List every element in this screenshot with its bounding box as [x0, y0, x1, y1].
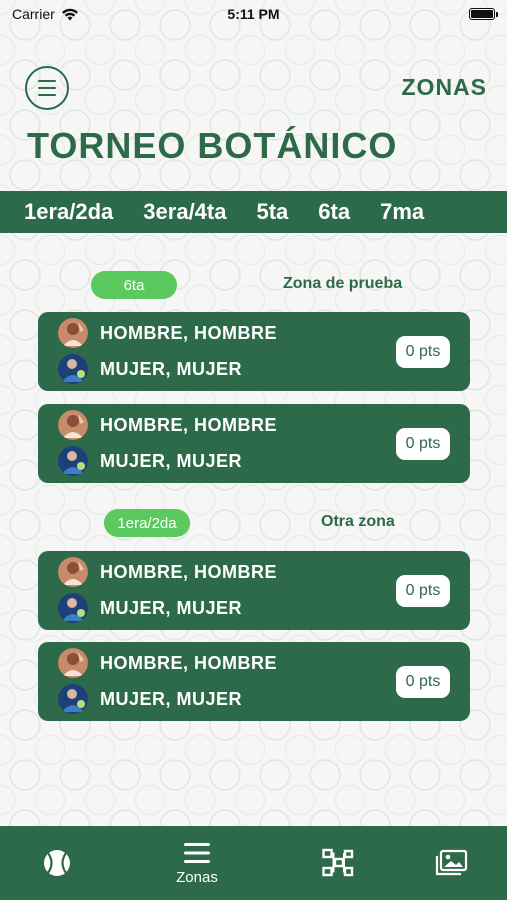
tab-6ta[interactable]: 6ta: [318, 199, 350, 225]
group-header: 1era/2da Otra zona: [0, 509, 507, 537]
page-title: TORNEO BOTÁNICO: [27, 125, 398, 166]
team-name: HOMBRE, HOMBRE: [100, 561, 277, 582]
category-tabs: 1era/2da 3era/4ta 5ta 6ta 7ma: [0, 191, 507, 233]
team-name: MUJER, MUJER: [100, 688, 243, 709]
match-card[interactable]: HOMBRE, HOMBRE MUJER, MUJER 0 pts: [38, 642, 470, 721]
team-name: HOMBRE, HOMBRE: [100, 414, 277, 435]
nav-item-gallery[interactable]: [406, 826, 496, 900]
bottom-navigation: Zonas: [0, 826, 507, 900]
hamburger-icon-line: [38, 87, 56, 89]
tab-3era-4ta[interactable]: 3era/4ta: [143, 199, 226, 225]
menu-button[interactable]: [25, 66, 69, 110]
points-badge: 0 pts: [396, 428, 450, 460]
player-avatar: [58, 318, 88, 348]
team-row: HOMBRE, HOMBRE: [58, 317, 277, 349]
team-row: HOMBRE, HOMBRE: [58, 647, 277, 679]
nav-item-zonas[interactable]: Zonas: [152, 826, 242, 900]
zone-name: Otra zona: [321, 513, 395, 530]
nav-label-zonas: Zonas: [176, 868, 218, 886]
points-badge: 0 pts: [396, 575, 450, 607]
team-row: MUJER, MUJER: [58, 353, 242, 385]
header: [0, 28, 507, 118]
hamburger-icon-line: [38, 80, 56, 82]
tennis-ball-icon: [44, 850, 70, 876]
status-bar: Carrier 5:11 PM: [0, 0, 507, 28]
player-avatar: [58, 410, 88, 440]
battery-icon: [469, 8, 498, 20]
team-name: MUJER, MUJER: [100, 358, 243, 379]
status-time: 5:11 PM: [227, 6, 280, 22]
team-name: HOMBRE, HOMBRE: [100, 652, 277, 673]
team-row: HOMBRE, HOMBRE: [58, 556, 277, 588]
match-card[interactable]: HOMBRE, HOMBRE MUJER, MUJER 0 pts: [38, 551, 470, 630]
match-card[interactable]: HOMBRE, HOMBRE MUJER, MUJER 0 pts: [38, 312, 470, 391]
player-avatar: [58, 446, 88, 476]
tab-1era-2da[interactable]: 1era/2da: [24, 199, 113, 225]
team-name: MUJER, MUJER: [100, 450, 243, 471]
player-avatar: [58, 354, 88, 384]
category-pill: 6ta: [91, 271, 177, 299]
zonas-link[interactable]: ZONAS: [402, 74, 488, 101]
points-badge: 0 pts: [396, 666, 450, 698]
match-card[interactable]: HOMBRE, HOMBRE MUJER, MUJER 0 pts: [38, 404, 470, 483]
bracket-icon: [322, 848, 354, 877]
list-icon: [184, 842, 210, 863]
player-avatar: [58, 684, 88, 714]
player-avatar: [58, 557, 88, 587]
team-name: MUJER, MUJER: [100, 597, 243, 618]
gallery-icon: [435, 849, 468, 876]
player-avatar: [58, 593, 88, 623]
nav-item-matches[interactable]: [12, 826, 102, 900]
team-row: MUJER, MUJER: [58, 592, 242, 624]
category-pill: 1era/2da: [104, 509, 190, 537]
nav-item-bracket[interactable]: [293, 826, 383, 900]
team-row: HOMBRE, HOMBRE: [58, 409, 277, 441]
zone-name: Zona de prueba: [283, 275, 403, 292]
team-row: MUJER, MUJER: [58, 683, 242, 715]
points-badge: 0 pts: [396, 336, 450, 368]
team-name: HOMBRE, HOMBRE: [100, 322, 277, 343]
tab-7ma[interactable]: 7ma: [380, 199, 424, 225]
hamburger-icon-line: [38, 94, 56, 96]
group-header: 6ta Zona de prueba: [0, 271, 507, 299]
tab-5ta[interactable]: 5ta: [256, 199, 288, 225]
player-avatar: [58, 648, 88, 678]
team-row: MUJER, MUJER: [58, 445, 242, 477]
